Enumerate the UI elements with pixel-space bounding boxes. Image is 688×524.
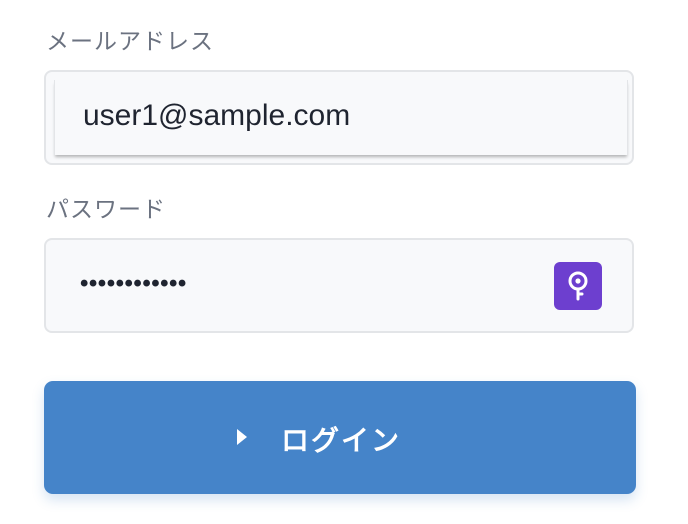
email-label: メールアドレス [46, 29, 214, 55]
email-value: user1@sample.com [83, 99, 351, 132]
login-button-label: ログイン [281, 424, 402, 457]
email-field[interactable]: user1@sample.com [54, 80, 628, 155]
key-icon [568, 271, 588, 301]
password-label: パスワード [46, 197, 166, 223]
email-field-container: user1@sample.com [44, 70, 634, 165]
password-value: •••••••••••• [80, 270, 187, 297]
login-button[interactable]: ログイン [44, 381, 636, 494]
password-field[interactable]: •••••••••••• [44, 238, 634, 333]
password-manager-button[interactable] [554, 262, 602, 310]
play-icon [237, 429, 247, 445]
